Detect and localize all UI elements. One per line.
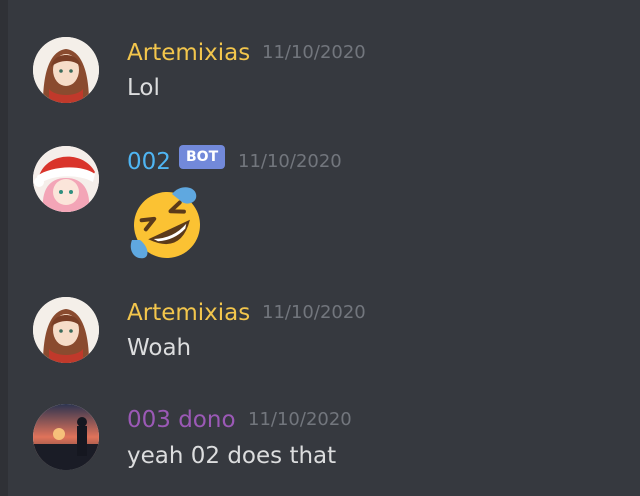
anime-girl-santa-hat-avatar-icon xyxy=(33,146,99,212)
timestamp: 11/10/2020 xyxy=(238,151,342,172)
message-content: Woah xyxy=(127,335,192,361)
username[interactable]: 002 xyxy=(127,148,171,176)
bot-tag: BOT xyxy=(179,145,226,169)
username[interactable]: 003 dono xyxy=(127,406,236,434)
message-content: Lol xyxy=(127,75,160,101)
avatar[interactable] xyxy=(33,146,99,212)
username[interactable]: Artemixias xyxy=(127,39,250,67)
timestamp: 11/10/2020 xyxy=(262,42,366,63)
avatar[interactable] xyxy=(33,404,99,470)
rolling-on-the-floor-laughing-emoji[interactable] xyxy=(124,180,210,266)
avatar[interactable] xyxy=(33,297,99,363)
message-content: yeah 02 does that xyxy=(127,443,337,469)
avatar[interactable] xyxy=(33,37,99,103)
timestamp: 11/10/2020 xyxy=(262,302,366,323)
sunset-scene-avatar-icon xyxy=(33,404,99,470)
anime-girl-brown-hair-avatar-icon xyxy=(33,297,99,363)
rofl-emoji-icon xyxy=(130,187,200,259)
username[interactable]: Artemixias xyxy=(127,299,250,327)
timestamp: 11/10/2020 xyxy=(248,409,352,430)
anime-girl-brown-hair-avatar-icon xyxy=(33,37,99,103)
